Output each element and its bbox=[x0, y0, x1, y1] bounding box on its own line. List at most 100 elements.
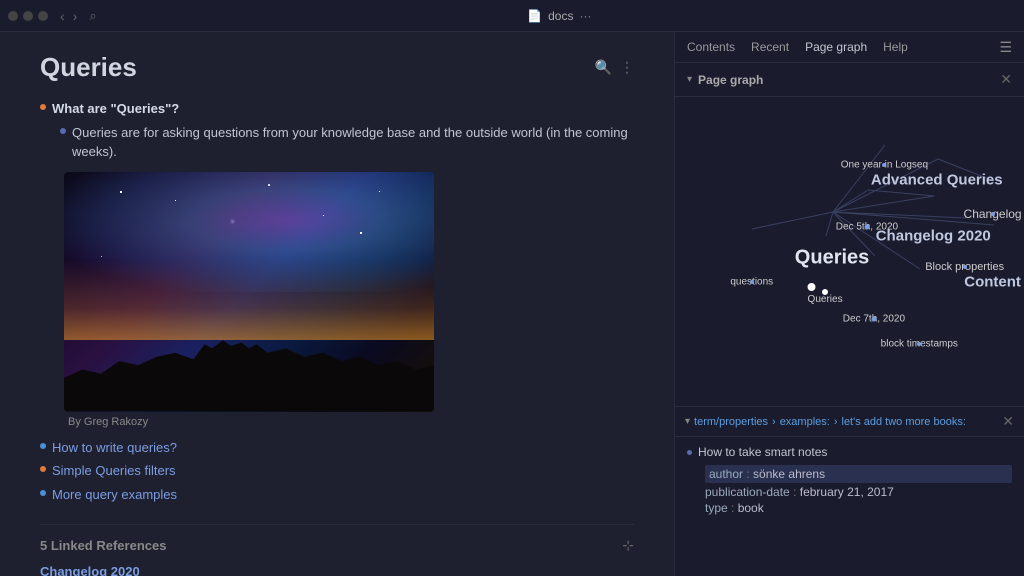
graph-node-advanced-queries[interactable]: Advanced Queries bbox=[871, 172, 1003, 189]
prop-pubdate: publication-date : february 21, 2017 bbox=[705, 485, 1012, 499]
topbar-center: 📄 docs ··· bbox=[103, 9, 1016, 23]
right-nav: Contents Recent Page graph Help ☰ bbox=[675, 32, 1024, 63]
nav-recent[interactable]: Recent bbox=[751, 38, 789, 56]
nav-help[interactable]: Help bbox=[883, 38, 908, 56]
advanced-queries-label: Advanced Queries bbox=[871, 172, 1003, 189]
panel-collapse-arrow[interactable]: ▾ bbox=[687, 74, 692, 85]
graph-node-queries[interactable]: Queries bbox=[795, 246, 869, 269]
main-layout: Queries 🔍 ⋮ What are "Queries"? Queries … bbox=[0, 32, 1024, 576]
bc-arrow1: › bbox=[772, 416, 776, 428]
linked-references: 5 Linked References ⊹ Changelog 2020 Dec… bbox=[40, 524, 634, 576]
nav-page-graph[interactable]: Page graph bbox=[805, 38, 867, 56]
bc-arrow2: › bbox=[834, 416, 838, 428]
bullet-description-text: Queries are for asking questions from yo… bbox=[72, 123, 634, 162]
star bbox=[101, 256, 102, 257]
search-icon[interactable]: ⌕ bbox=[89, 8, 96, 24]
window-controls bbox=[8, 11, 48, 21]
bottom-panel-header: ▾ term/properties › examples: › let's ad… bbox=[675, 407, 1024, 437]
bullet-what-are-queries: What are "Queries"? bbox=[40, 99, 634, 119]
graph-panel: ▾ Page graph ✕ bbox=[675, 63, 1024, 406]
pubdate-colon: : bbox=[793, 485, 800, 499]
bp-bullet-notes: How to take smart notes bbox=[687, 445, 1012, 459]
search-page-icon[interactable]: 🔍 bbox=[595, 59, 612, 76]
bp-bullet-dot bbox=[687, 450, 692, 455]
filter-icon[interactable]: ⊹ bbox=[622, 537, 634, 554]
right-pane: Contents Recent Page graph Help ☰ ▾ Page… bbox=[674, 32, 1024, 576]
graph-node-dec7[interactable]: Dec 7th, 2020 bbox=[843, 314, 905, 325]
close-dot bbox=[8, 11, 18, 21]
breadcrumb-path: term/properties › examples: › let's add … bbox=[694, 416, 998, 428]
graph-node-block-timestamps[interactable]: block timestamps bbox=[881, 339, 958, 350]
star bbox=[323, 215, 324, 216]
nav-contents[interactable]: Contents bbox=[687, 38, 735, 56]
more-page-icon[interactable]: ⋮ bbox=[620, 59, 634, 76]
one-year-label: One year in Logseq bbox=[841, 159, 928, 170]
minimize-dot bbox=[23, 11, 33, 21]
forward-button[interactable]: › bbox=[71, 8, 80, 24]
star bbox=[268, 184, 270, 186]
graph-node-block-properties[interactable]: Block properties bbox=[925, 261, 1004, 273]
author-key: author bbox=[709, 467, 743, 481]
graph-node-content[interactable]: Content bbox=[964, 274, 1021, 291]
more-examples-link[interactable]: More query examples bbox=[52, 485, 177, 505]
block-timestamps-label: block timestamps bbox=[881, 339, 958, 350]
back-button[interactable]: ‹ bbox=[58, 8, 67, 24]
changelog-label: Changelog bbox=[964, 207, 1022, 221]
bullet-dot-blue bbox=[60, 128, 66, 134]
topbar: ‹ › ⌕ 📄 docs ··· bbox=[0, 0, 1024, 32]
graph-node-dec5[interactable]: Dec 5th, 2020 bbox=[836, 221, 898, 232]
left-pane: Queries 🔍 ⋮ What are "Queries"? Queries … bbox=[0, 32, 674, 576]
star bbox=[120, 191, 122, 193]
bullet-dot-3 bbox=[40, 490, 46, 496]
block-properties-label: Block properties bbox=[925, 261, 1004, 273]
prop-author: author : sönke ahrens bbox=[705, 465, 1012, 483]
what-are-queries-heading: What are "Queries"? bbox=[52, 101, 179, 116]
queries-sub-dot bbox=[808, 283, 816, 291]
queries-sub-label: Queries bbox=[808, 294, 843, 305]
graph-node-queries-sub[interactable]: Queries bbox=[808, 279, 843, 305]
image-container: By Greg Rakozy bbox=[64, 172, 434, 428]
star bbox=[175, 200, 176, 201]
queries-label: Queries bbox=[795, 246, 869, 269]
star bbox=[360, 232, 362, 234]
graph-node-changelog[interactable]: Changelog bbox=[964, 207, 1022, 221]
simple-queries-link[interactable]: Simple Queries filters bbox=[52, 461, 176, 481]
dec7-label: Dec 7th, 2020 bbox=[843, 314, 905, 325]
bullet-simple-queries: Simple Queries filters bbox=[40, 461, 634, 481]
ref-group-title[interactable]: Changelog 2020 bbox=[40, 564, 634, 576]
maximize-dot bbox=[38, 11, 48, 21]
graph-node-one-year[interactable]: One year in Logseq bbox=[841, 159, 928, 170]
nav-arrows: ‹ › bbox=[58, 8, 79, 24]
breadcrumb-examples: examples: bbox=[780, 416, 830, 428]
more-icon[interactable]: ··· bbox=[579, 9, 591, 23]
bullet-how-to-write: How to write queries? bbox=[40, 438, 634, 458]
bullet-dot-2 bbox=[40, 466, 46, 472]
bp-properties: author : sönke ahrens publication-date :… bbox=[705, 465, 1012, 515]
pubdate-value: february 21, 2017 bbox=[800, 485, 894, 499]
graph-node-questions[interactable]: questions bbox=[730, 277, 773, 288]
milky-way-image bbox=[64, 172, 434, 412]
type-value: book bbox=[738, 501, 764, 515]
bottom-panel-close[interactable]: ✕ bbox=[1002, 413, 1014, 430]
author-value: sönke ahrens bbox=[753, 467, 825, 481]
how-to-write-link[interactable]: How to write queries? bbox=[52, 438, 177, 458]
page-title-row: Queries 🔍 ⋮ bbox=[40, 52, 634, 83]
pubdate-key: publication-date bbox=[705, 485, 790, 499]
type-key: type bbox=[705, 501, 728, 515]
ref-group-changelog: Changelog 2020 Dec 29th, 2020 › Features… bbox=[40, 564, 634, 576]
questions-label: questions bbox=[730, 277, 773, 288]
type-colon: : bbox=[731, 501, 738, 515]
landscape-silhouette bbox=[64, 328, 434, 412]
docs-label: docs bbox=[548, 9, 573, 23]
prop-type: type : book bbox=[705, 501, 1012, 515]
star bbox=[379, 191, 380, 192]
breadcrumb-letadd: let's add two more books: bbox=[842, 416, 966, 428]
star bbox=[231, 220, 234, 223]
bottom-panel: ▾ term/properties › examples: › let's ad… bbox=[675, 406, 1024, 576]
hamburger-menu[interactable]: ☰ bbox=[999, 39, 1012, 56]
page-title-text: Queries bbox=[40, 52, 137, 83]
breadcrumb-term: term/properties bbox=[694, 416, 768, 428]
dec5-label: Dec 5th, 2020 bbox=[836, 221, 898, 232]
bullet-dot-orange bbox=[40, 104, 46, 110]
panel-close-button[interactable]: ✕ bbox=[1000, 71, 1012, 88]
